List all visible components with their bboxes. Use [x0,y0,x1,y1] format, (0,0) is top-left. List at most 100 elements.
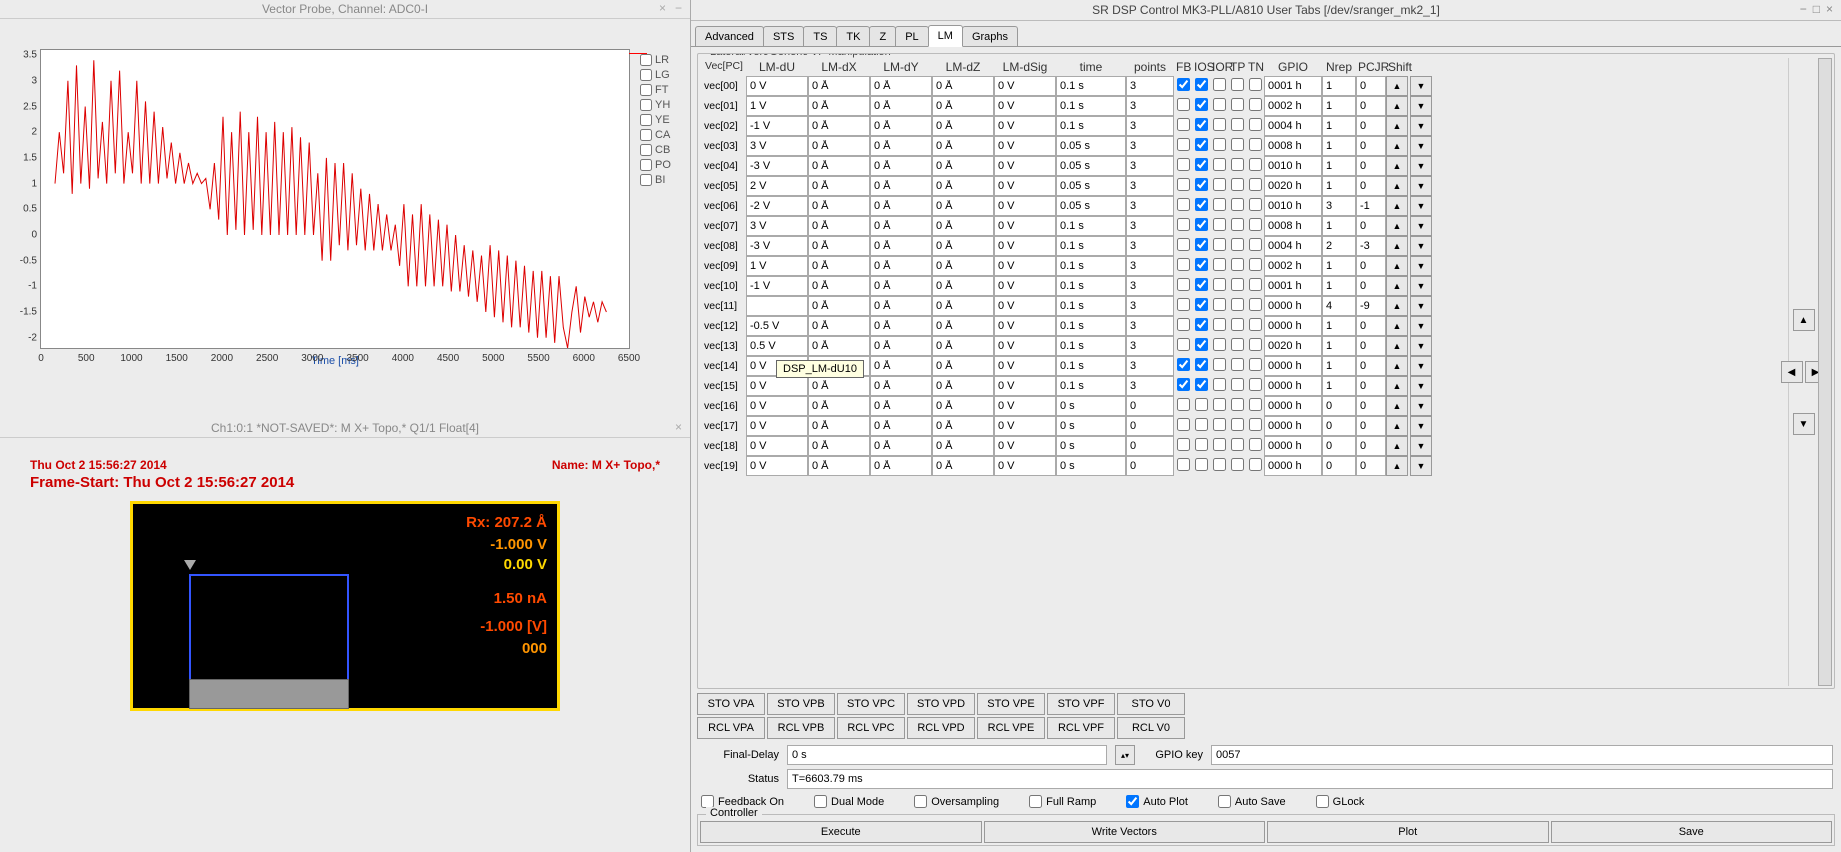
ios-check[interactable] [1195,318,1208,331]
dy-input[interactable] [870,236,932,256]
points-input[interactable] [1126,456,1174,476]
fb-check[interactable] [1177,258,1190,271]
tn-check[interactable] [1249,158,1262,171]
shift-down-button[interactable]: ▼ [1410,456,1432,476]
shift-up-button[interactable]: ▲ [1386,296,1408,316]
tn-check[interactable] [1249,418,1262,431]
tab-z[interactable]: Z [869,26,896,47]
ios-check[interactable] [1195,118,1208,131]
ios-check[interactable] [1195,158,1208,171]
shift-up-button[interactable]: ▲ [1386,236,1408,256]
nrep-input[interactable] [1322,276,1356,296]
gpio-input[interactable] [1264,156,1322,176]
table-body[interactable]: vec[00]▲▼vec[01]▲▼vec[02]▲▼vec[03]▲▼vec[… [700,76,1788,686]
nav-down-icon[interactable]: ▼ [1793,413,1815,435]
nrep-input[interactable] [1322,96,1356,116]
nrep-input[interactable] [1322,396,1356,416]
over-check[interactable]: Oversampling [914,795,999,808]
rcl-v0-button[interactable]: RCL V0 [1117,717,1185,739]
ios-check[interactable] [1195,98,1208,111]
ios-check[interactable] [1195,278,1208,291]
ior-check[interactable] [1213,178,1226,191]
fb-check[interactable] [1177,158,1190,171]
fb-check[interactable] [1177,298,1190,311]
ios-check[interactable] [1195,378,1208,391]
dsig-input[interactable] [994,116,1056,136]
shift-down-button[interactable]: ▼ [1410,156,1432,176]
fb-check[interactable] [1177,218,1190,231]
shift-up-button[interactable]: ▲ [1386,256,1408,276]
points-input[interactable] [1126,336,1174,356]
time-input[interactable] [1056,76,1126,96]
shift-down-button[interactable]: ▼ [1410,96,1432,116]
ior-check[interactable] [1213,198,1226,211]
tab-advanced[interactable]: Advanced [695,26,764,47]
gpio-input[interactable] [1264,336,1322,356]
dz-input[interactable] [932,376,994,396]
tn-check[interactable] [1249,338,1262,351]
legend-ca[interactable]: CA [640,129,690,141]
time-input[interactable] [1056,136,1126,156]
dy-input[interactable] [870,76,932,96]
ios-check[interactable] [1195,438,1208,451]
du-input[interactable] [746,396,808,416]
shift-down-button[interactable]: ▼ [1410,436,1432,456]
points-input[interactable] [1126,356,1174,376]
pcjr-input[interactable] [1356,216,1386,236]
time-input[interactable] [1056,256,1126,276]
ios-check[interactable] [1195,398,1208,411]
dz-input[interactable] [932,96,994,116]
dsig-input[interactable] [994,396,1056,416]
fb-check[interactable] [1177,358,1190,371]
dy-input[interactable] [870,436,932,456]
dz-input[interactable] [932,156,994,176]
pcjr-input[interactable] [1356,396,1386,416]
tp-check[interactable] [1231,118,1244,131]
dx-input[interactable] [808,176,870,196]
dsig-input[interactable] [994,456,1056,476]
shift-up-button[interactable]: ▲ [1386,356,1408,376]
tp-check[interactable] [1231,78,1244,91]
legend-bi[interactable]: BI [640,174,690,186]
du-input[interactable] [746,236,808,256]
pcjr-input[interactable] [1356,176,1386,196]
minimize-icon[interactable]: − [1800,2,1807,16]
dy-input[interactable] [870,116,932,136]
du-input[interactable] [746,436,808,456]
dy-input[interactable] [870,316,932,336]
shift-up-button[interactable]: ▲ [1386,316,1408,336]
dy-input[interactable] [870,216,932,236]
gpio-input[interactable] [1264,396,1322,416]
du-input[interactable] [746,376,808,396]
ios-check[interactable] [1195,298,1208,311]
dsig-input[interactable] [994,376,1056,396]
ior-check[interactable] [1213,98,1226,111]
fb-check[interactable] [1177,458,1190,471]
fb-check[interactable] [1177,418,1190,431]
nrep-input[interactable] [1322,156,1356,176]
gpio-input[interactable] [1264,256,1322,276]
du-input[interactable] [746,76,808,96]
dz-input[interactable] [932,316,994,336]
fb-check[interactable] [1177,318,1190,331]
tn-check[interactable] [1249,138,1262,151]
fb-check[interactable] [1177,178,1190,191]
tp-check[interactable] [1231,318,1244,331]
pcjr-input[interactable] [1356,276,1386,296]
points-input[interactable] [1126,76,1174,96]
dx-input[interactable] [808,336,870,356]
nrep-input[interactable] [1322,196,1356,216]
ior-check[interactable] [1213,338,1226,351]
ios-check[interactable] [1195,358,1208,371]
ios-check[interactable] [1195,238,1208,251]
time-input[interactable] [1056,356,1126,376]
nav-up-icon[interactable]: ▲ [1793,309,1815,331]
shift-up-button[interactable]: ▲ [1386,456,1408,476]
dz-input[interactable] [932,76,994,96]
du-input[interactable] [746,156,808,176]
nrep-input[interactable] [1322,176,1356,196]
rcl-vpf-button[interactable]: RCL VPF [1047,717,1115,739]
gpio-input[interactable] [1264,196,1322,216]
dz-input[interactable] [932,436,994,456]
shift-down-button[interactable]: ▼ [1410,336,1432,356]
